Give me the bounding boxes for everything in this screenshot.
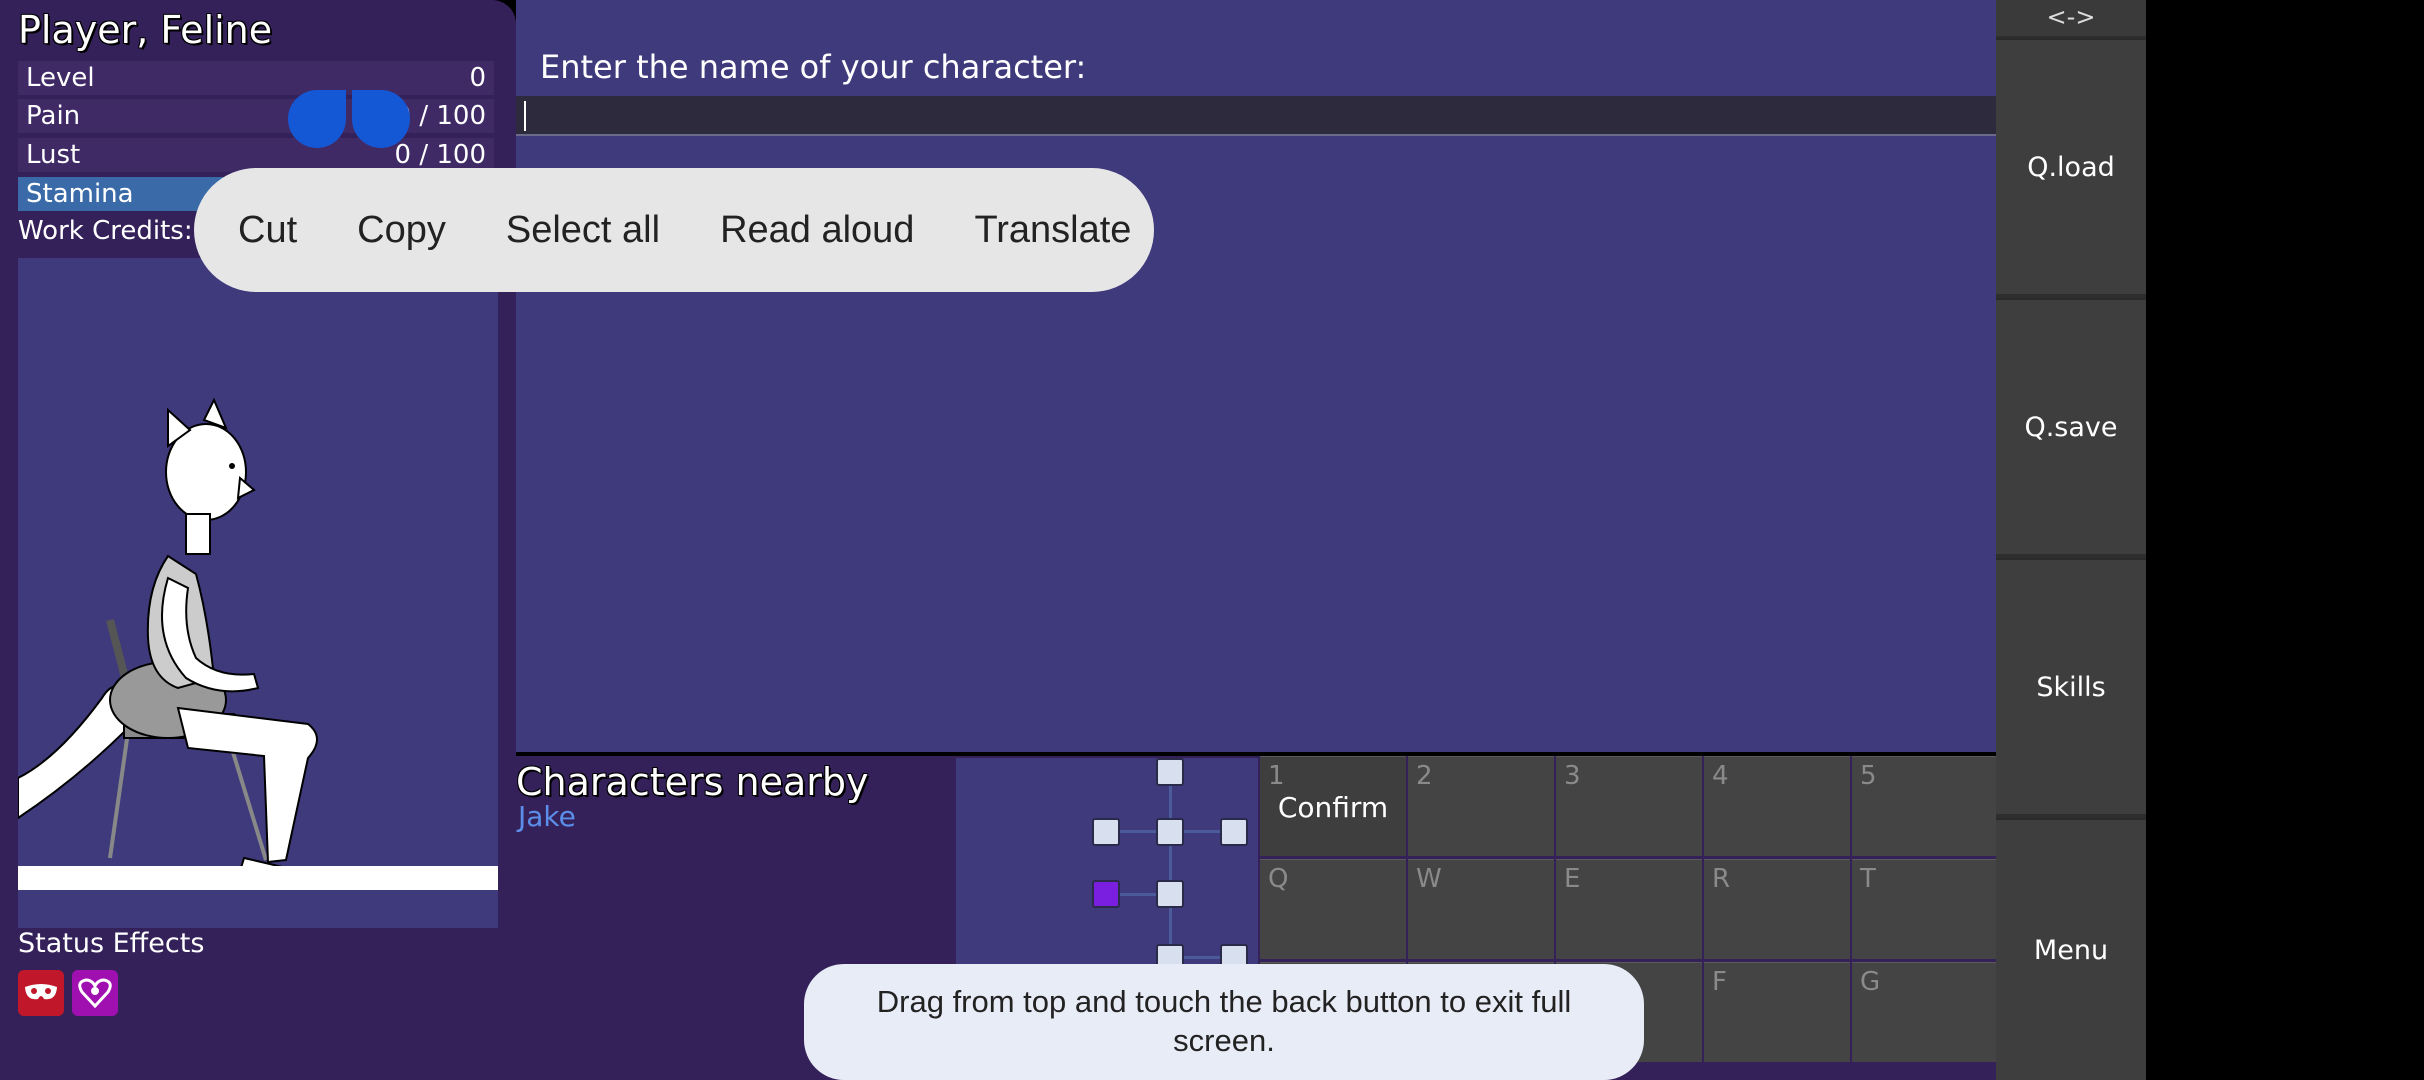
map-room[interactable] — [1092, 818, 1120, 846]
skills-button[interactable]: Skills — [1996, 558, 2146, 814]
stat-lust: Lust 0 / 100 — [18, 138, 494, 172]
context-select-all[interactable]: Select all — [506, 209, 660, 252]
stat-pain: Pain 0 / 100 — [18, 99, 494, 133]
map-room[interactable] — [1156, 758, 1184, 786]
action-slot[interactable]: 3 — [1556, 756, 1702, 856]
hotkey-label: 1 — [1268, 761, 1285, 791]
hotkey-label: 2 — [1416, 761, 1433, 791]
stat-lust-label: Lust — [26, 140, 81, 170]
sidebar-toggle-button[interactable]: <-> — [1996, 0, 2146, 36]
status-effects-label: Status Effects — [18, 928, 205, 959]
nearby-character-link[interactable]: Jake — [518, 800, 576, 833]
stat-level-value: 0 — [469, 63, 486, 93]
character-portrait — [17, 258, 498, 928]
text-caret — [524, 101, 526, 131]
quick-save-button[interactable]: Q.save — [1996, 298, 2146, 554]
portrait-floor — [18, 866, 498, 890]
stat-level-label: Level — [26, 63, 95, 93]
map-room[interactable] — [1220, 818, 1248, 846]
context-read-aloud[interactable]: Read aloud — [720, 209, 914, 252]
context-copy[interactable]: Copy — [357, 209, 446, 252]
action-confirm[interactable]: 1 Confirm — [1260, 756, 1406, 856]
mask-glyph — [25, 984, 57, 1000]
heart-sigil-glyph — [78, 978, 112, 1009]
action-slot[interactable]: 4 — [1704, 756, 1850, 856]
hotkey-label: E — [1564, 864, 1581, 894]
menu-button[interactable]: Menu — [1996, 818, 2146, 1080]
characters-nearby-title: Characters nearby — [516, 760, 869, 804]
map-room[interactable] — [1156, 818, 1184, 846]
character-name-input[interactable] — [516, 96, 1996, 136]
hotkey-label: F — [1712, 967, 1727, 997]
map-room[interactable] — [1156, 880, 1184, 908]
hotkey-label: T — [1860, 864, 1876, 894]
action-slot[interactable]: Q — [1260, 859, 1406, 959]
action-slot[interactable]: G — [1852, 962, 1998, 1062]
feline-character-illustration — [17, 397, 319, 880]
action-label: Confirm — [1277, 791, 1389, 824]
action-slot[interactable]: 5 — [1852, 756, 1998, 856]
heart-sigil-icon[interactable] — [72, 970, 118, 1016]
stat-lust-value: 0 / 100 — [394, 140, 486, 170]
character-panel: Player, Feline Level 0 Pain 0 / 100 Lust… — [0, 0, 516, 1080]
context-cut[interactable]: Cut — [238, 209, 297, 252]
context-translate[interactable]: Translate — [974, 209, 1131, 252]
selection-handle-left[interactable] — [288, 90, 346, 148]
player-name: Player, Feline — [18, 8, 273, 52]
hotkey-label: G — [1860, 967, 1881, 997]
stat-pain-label: Pain — [26, 101, 81, 131]
hotkey-label: Q — [1268, 864, 1289, 894]
text-context-menu: Cut Copy Select all Read aloud Translate — [194, 168, 1154, 292]
mask-icon[interactable] — [18, 970, 64, 1016]
hotkey-label: 3 — [1564, 761, 1581, 791]
action-slot[interactable]: E — [1556, 859, 1702, 959]
hotkey-label: 4 — [1712, 761, 1729, 791]
game-screen: Player, Feline Level 0 Pain 0 / 100 Lust… — [0, 0, 2424, 1080]
action-slot[interactable]: 2 — [1408, 756, 1554, 856]
quick-load-button[interactable]: Q.load — [1996, 38, 2146, 294]
quick-sidebar: <-> Q.load Q.save Skills Menu — [1996, 0, 2146, 1080]
action-slot[interactable]: R — [1704, 859, 1850, 959]
main-content: Enter the name of your character: — [516, 0, 1996, 752]
action-slot[interactable]: W — [1408, 859, 1554, 959]
stat-stamina-label: Stamina — [26, 179, 134, 209]
stat-level: Level 0 — [18, 61, 494, 95]
hotkey-label: 5 — [1860, 761, 1877, 791]
work-credits: Work Credits: 0 — [18, 216, 218, 246]
action-slot[interactable]: T — [1852, 859, 1998, 959]
selection-handle-right[interactable] — [352, 90, 410, 148]
action-slot[interactable]: F — [1704, 962, 1850, 1062]
hotkey-label: W — [1416, 864, 1442, 894]
map-room-current[interactable] — [1092, 880, 1120, 908]
hotkey-label: R — [1712, 864, 1731, 894]
name-prompt: Enter the name of your character: — [540, 48, 1087, 86]
fullscreen-toast: Drag from top and touch the back button … — [804, 964, 1644, 1080]
